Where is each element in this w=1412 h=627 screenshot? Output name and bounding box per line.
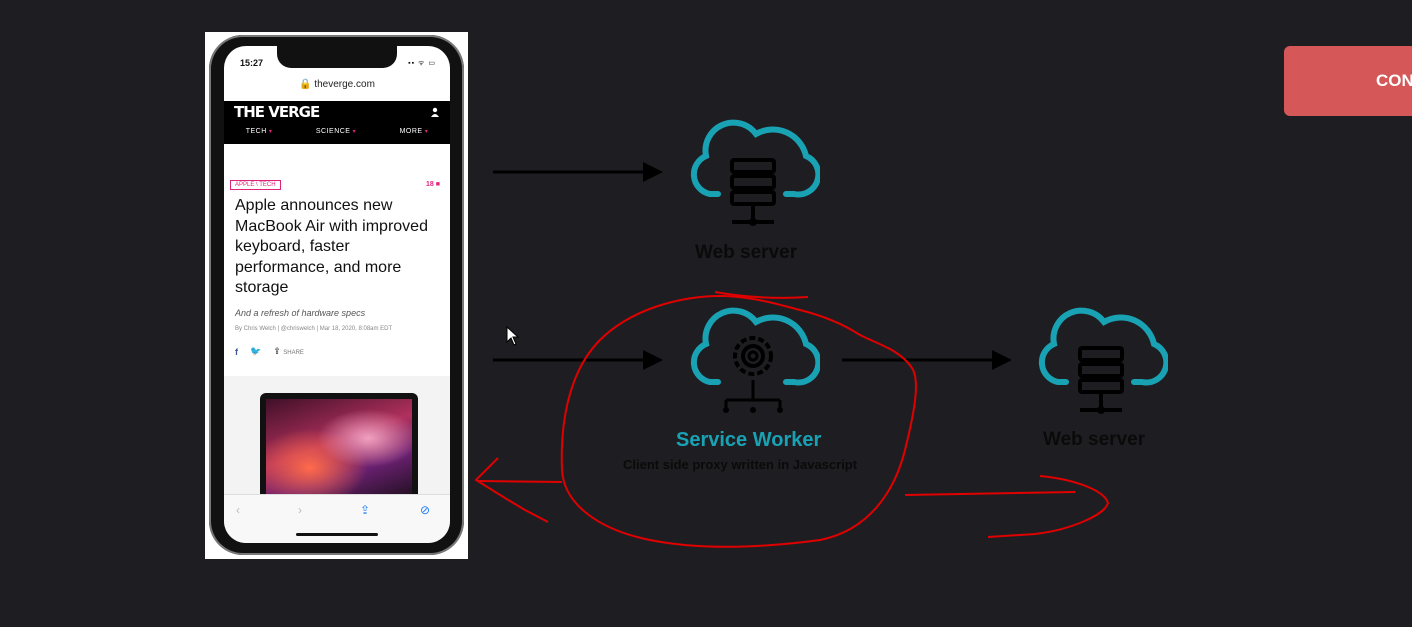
arrow-to-web-server bbox=[493, 162, 663, 182]
twitter-icon[interactable]: 🐦 bbox=[250, 346, 261, 357]
safari-toolbar: ‹ › ⇪ ⊘ bbox=[224, 494, 450, 543]
site-header: THE VERGE TECH SCIENCE MORE bbox=[224, 101, 450, 144]
forward-icon[interactable]: › bbox=[298, 503, 302, 517]
web-server-label-top: Web server bbox=[695, 242, 798, 263]
article-tags[interactable]: APPLE \ TECH bbox=[230, 180, 281, 190]
back-icon[interactable]: ‹ bbox=[236, 503, 240, 517]
share-label: SHARE bbox=[283, 350, 304, 356]
cloud-server-icon-right bbox=[1038, 307, 1168, 414]
phone-screen: 15:27 ▪▪ ᯤ ▭ 🔒 theverge.com THE VERGE TE… bbox=[224, 46, 450, 543]
mouse-cursor-icon bbox=[506, 326, 520, 346]
nav-item-tech[interactable]: TECH bbox=[246, 128, 273, 135]
service-worker-subtitle: Client side proxy written in Javascript bbox=[623, 457, 858, 472]
facebook-icon[interactable]: f bbox=[235, 347, 238, 357]
cloud-server-icon bbox=[690, 119, 820, 226]
article-dek: And a refresh of hardware specs bbox=[235, 308, 366, 318]
cta-label: CON bbox=[1376, 71, 1412, 90]
compass-icon[interactable]: ⊘ bbox=[420, 503, 430, 517]
share-row: f 🐦 ⇪ SHARE bbox=[235, 346, 304, 357]
service-worker-title: Service Worker bbox=[676, 429, 822, 451]
arrow-to-service-worker bbox=[493, 350, 663, 370]
account-icon[interactable] bbox=[430, 107, 440, 117]
share-icon[interactable]: ⇪ SHARE bbox=[273, 346, 304, 357]
status-icons: ▪▪ ᯤ ▭ bbox=[408, 60, 436, 67]
nav-item-science[interactable]: SCIENCE bbox=[316, 128, 356, 135]
wallpaper-image bbox=[266, 399, 412, 497]
article-image-area bbox=[224, 376, 450, 506]
cta-button[interactable]: CON bbox=[1284, 46, 1412, 116]
macbook-image bbox=[260, 393, 418, 503]
arrow-to-right-web-server bbox=[842, 350, 1012, 370]
nav-item-more[interactable]: MORE bbox=[400, 128, 429, 135]
cloud-gear-icon bbox=[690, 307, 820, 413]
share-sheet-icon[interactable]: ⇪ bbox=[360, 503, 370, 517]
url-bar[interactable]: 🔒 theverge.com bbox=[224, 79, 450, 90]
phone-notch bbox=[277, 46, 397, 68]
status-time: 15:27 bbox=[240, 58, 264, 68]
web-server-label-right: Web server bbox=[1043, 429, 1146, 450]
comment-count[interactable]: 18 ■ bbox=[426, 181, 440, 188]
home-indicator bbox=[296, 533, 378, 536]
site-nav: TECH SCIENCE MORE bbox=[224, 128, 450, 135]
article-byline: By Chris Welch | @chriswelch | Mar 18, 2… bbox=[235, 326, 393, 332]
article: APPLE \ TECH 18 ■ Apple announces new Ma… bbox=[224, 144, 450, 376]
phone-frame: 15:27 ▪▪ ᯤ ▭ 🔒 theverge.com THE VERGE TE… bbox=[209, 35, 464, 555]
phone-screenshot: 15:27 ▪▪ ᯤ ▭ 🔒 theverge.com THE VERGE TE… bbox=[205, 32, 468, 559]
article-headline: Apple announces new MacBook Air with imp… bbox=[235, 197, 428, 296]
site-logo[interactable]: THE VERGE bbox=[234, 103, 320, 121]
